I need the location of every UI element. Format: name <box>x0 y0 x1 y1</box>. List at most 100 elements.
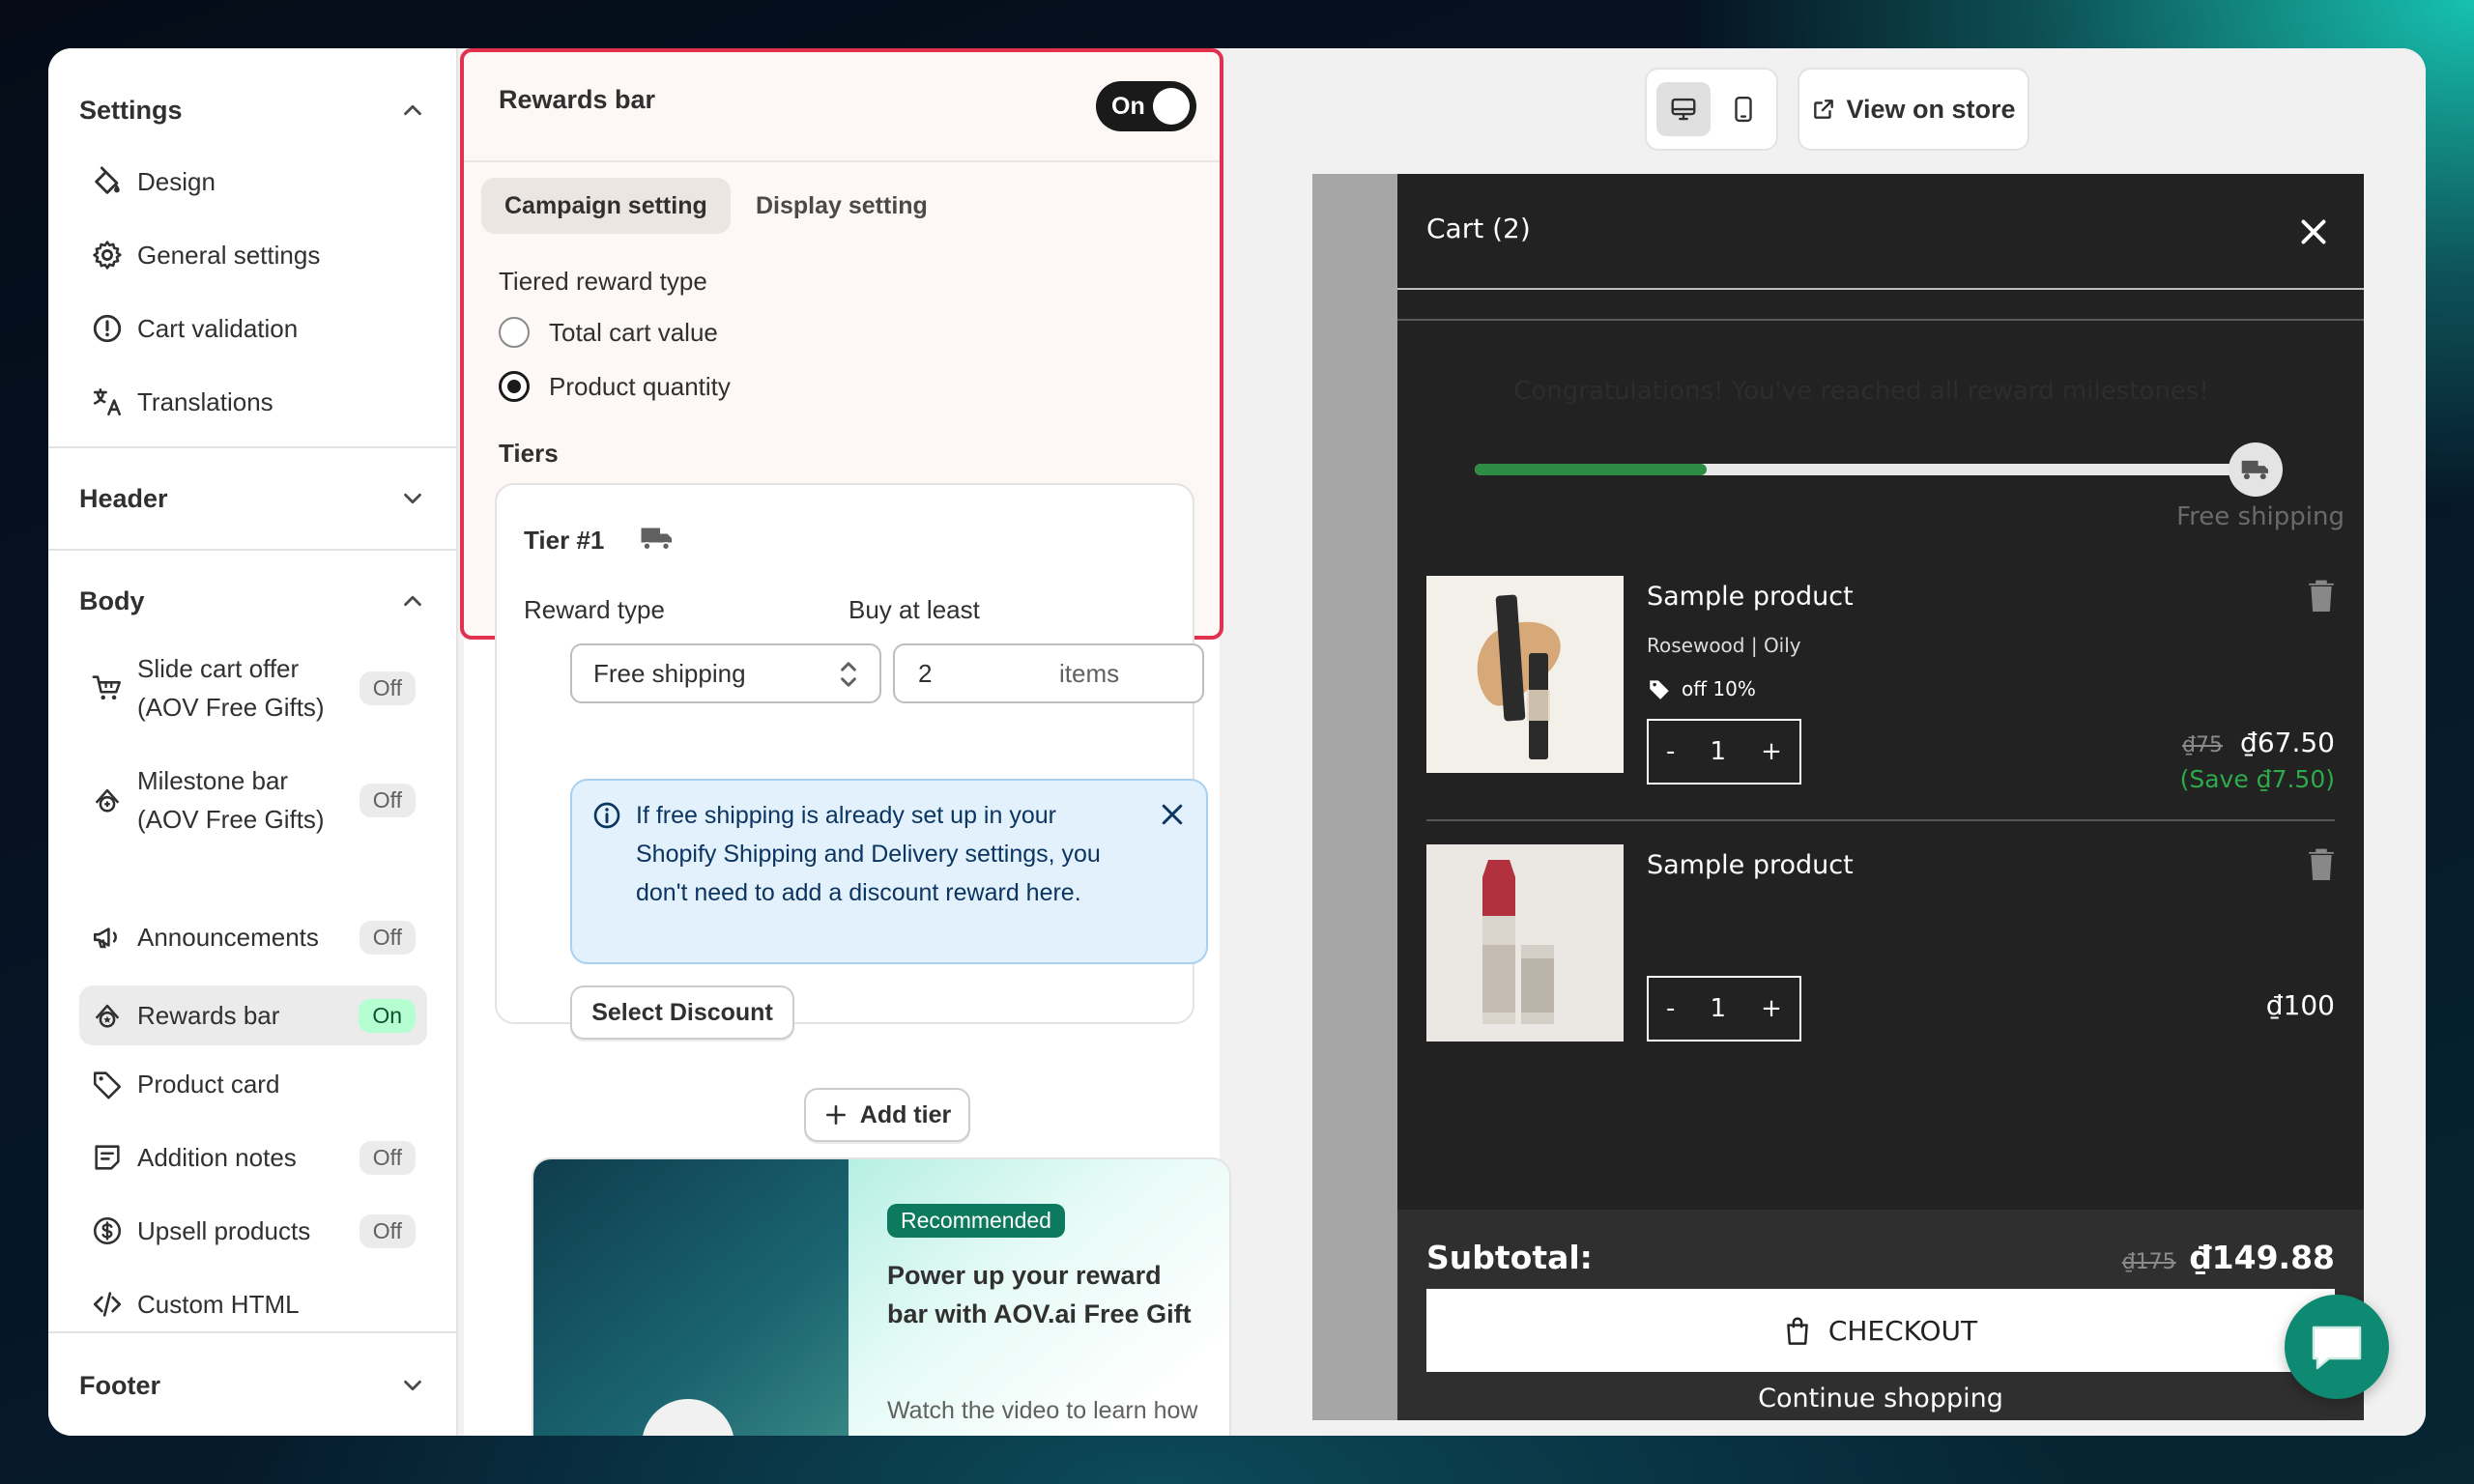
body-section-header[interactable]: Body <box>79 576 427 626</box>
radio-label: Product quantity <box>549 371 731 401</box>
qty-decrease-button[interactable]: - <box>1666 737 1675 766</box>
trash-icon[interactable] <box>2306 844 2337 883</box>
trash-icon[interactable] <box>2306 576 2337 614</box>
section-divider <box>48 446 458 448</box>
chat-bubble-icon <box>2312 1326 2362 1370</box>
chat-widget-button[interactable] <box>2285 1295 2389 1399</box>
select-discount-button[interactable]: Select Discount <box>570 985 794 1040</box>
quantity-suffix: items <box>1059 658 1120 688</box>
sidebar-item-label: Slide cart offer (AOV Free Gifts) <box>137 654 325 722</box>
product-image-concealer[interactable] <box>1426 576 1624 773</box>
rewards-bar-toggle[interactable]: On <box>1096 81 1196 131</box>
chevron-down-icon <box>404 493 421 504</box>
product-image-lipstick[interactable] <box>1426 844 1624 1042</box>
sidebar-item-label: Upsell products <box>137 1216 311 1245</box>
tier-title: Tier #1 <box>524 526 605 555</box>
section-divider <box>48 549 458 551</box>
card-divider <box>464 160 1220 162</box>
reward-type-select[interactable]: Free shipping <box>570 643 881 703</box>
reward-type-value: Free shipping <box>593 658 746 688</box>
radio-product-quantity[interactable]: Product quantity <box>499 371 731 402</box>
sidebar-item-label: Design <box>137 167 216 196</box>
savings-text: (Save ₫7.50) <box>2179 765 2335 793</box>
app-window: Settings Design General settings Cart va… <box>48 48 2426 1436</box>
cart-drawer: Cart (2) Congratulations! You've reached… <box>1397 174 2364 1420</box>
sidebar-item-milestone-bar[interactable]: Milestone bar (AOV Free Gifts) Off <box>79 759 427 841</box>
chevron-up-icon <box>404 595 421 607</box>
tiers-label: Tiers <box>499 439 559 468</box>
mobile-view-button[interactable] <box>1716 82 1770 136</box>
close-icon[interactable] <box>2296 214 2331 249</box>
sidebar-item-cart-validation[interactable]: Cart validation <box>79 303 427 354</box>
cart-preview-area: View on store Cart (2) Congratulations! … <box>1274 48 2426 1436</box>
product-name: Sample product <box>1647 850 1854 880</box>
quantity-input[interactable]: 2 items <box>893 643 1204 703</box>
subtotal-amount: ₫149.88 <box>2189 1239 2335 1276</box>
promo-description: Watch the video to learn how AOV.ai Free… <box>887 1397 1198 1424</box>
promo-video-thumbnail[interactable] <box>533 1159 849 1436</box>
status-badge: Off <box>359 783 416 817</box>
truck-icon <box>2241 460 2268 480</box>
quantity-stepper[interactable]: - 1 + <box>1647 719 1801 785</box>
shopping-bag-icon <box>1787 1317 1808 1345</box>
chevron-down-icon <box>404 1380 421 1391</box>
continue-shopping-link[interactable]: Continue shopping <box>1397 1384 2364 1413</box>
product-variant: Rosewood | Oily <box>1647 634 1801 657</box>
sidebar-item-label: Product card <box>137 1070 280 1099</box>
status-badge: On <box>359 998 416 1033</box>
sidebar-item-slide-cart-offer[interactable]: Slide cart offer (AOV Free Gifts) Off <box>79 647 427 728</box>
info-banner: If free shipping is already set up in yo… <box>570 779 1208 964</box>
qty-increase-button[interactable]: + <box>1761 994 1782 1023</box>
sidebar-item-rewards-bar[interactable]: Rewards bar On <box>79 985 427 1045</box>
quantity-stepper[interactable]: - 1 + <box>1647 976 1801 1042</box>
sidebar-item-addition-notes[interactable]: Addition notes Off <box>79 1132 427 1183</box>
promo-card: Recommended Power up your reward bar wit… <box>532 1157 1231 1436</box>
cart-footer: Subtotal: ₫175 ₫149.88 CHECKOUT Continue… <box>1397 1210 2364 1420</box>
sidebar-item-general-settings[interactable]: General settings <box>79 230 427 280</box>
tiered-reward-type-label: Tiered reward type <box>499 267 707 296</box>
sidebar-item-design[interactable]: Design <box>79 157 427 207</box>
settings-section-header[interactable]: Settings <box>79 85 427 135</box>
radio-button[interactable] <box>499 317 530 348</box>
cart-title: Cart (2) <box>1426 213 1531 244</box>
cart-header-divider <box>1397 288 2364 290</box>
sidebar-item-translations[interactable]: Translations <box>79 377 427 427</box>
body-section-title: Body <box>79 585 145 615</box>
header-section-title: Header <box>79 483 168 513</box>
storefront-backdrop <box>1312 174 1397 1420</box>
sidebar-item-label: Rewards bar <box>137 1001 280 1030</box>
rewards-icon <box>95 1004 120 1028</box>
close-icon[interactable] <box>1158 800 1187 829</box>
discount-label: off 10% <box>1682 677 1756 700</box>
add-tier-button[interactable]: Add tier <box>804 1088 970 1142</box>
tab-display-setting[interactable]: Display setting <box>733 178 951 234</box>
milestone-marker <box>2229 442 2283 497</box>
toggle-knob <box>1153 88 1190 125</box>
qty-increase-button[interactable]: + <box>1761 737 1782 766</box>
sidebar-item-custom-html[interactable]: Custom HTML <box>79 1279 427 1329</box>
megaphone-icon <box>93 928 117 949</box>
sidebar-item-label: Translations <box>137 387 273 416</box>
radio-button[interactable] <box>499 371 530 402</box>
qty-decrease-button[interactable]: - <box>1666 994 1675 1023</box>
status-badge: Off <box>359 671 416 705</box>
header-section-header[interactable]: Header <box>79 473 427 524</box>
plus-icon <box>825 1105 846 1125</box>
price-row: ₫75 ₫67.50 <box>2182 727 2335 758</box>
radio-total-cart-value[interactable]: Total cart value <box>499 317 718 348</box>
reward-type-label: Reward type <box>524 595 665 624</box>
sidebar-item-upsell-products[interactable]: Upsell products Off <box>79 1206 427 1256</box>
status-badge: Off <box>359 1140 416 1175</box>
sidebar-item-label: Cart validation <box>137 314 299 343</box>
view-on-store-button[interactable]: View on store <box>1798 68 2029 151</box>
tab-campaign-setting[interactable]: Campaign setting <box>481 178 731 234</box>
desktop-view-button[interactable] <box>1656 82 1711 136</box>
sidebar-item-announcements[interactable]: Announcements Off <box>79 912 427 962</box>
checkout-button[interactable]: CHECKOUT <box>1426 1289 2335 1372</box>
rewards-bar-settings-panel: Rewards bar On Campaign setting Display … <box>460 48 1272 1436</box>
sidebar-item-product-card[interactable]: Product card <box>79 1059 427 1109</box>
dollar-circle-icon <box>93 1216 122 1245</box>
footer-section-header[interactable]: Footer <box>79 1360 427 1411</box>
external-link-icon <box>1814 100 1834 119</box>
play-button[interactable] <box>642 1399 734 1436</box>
